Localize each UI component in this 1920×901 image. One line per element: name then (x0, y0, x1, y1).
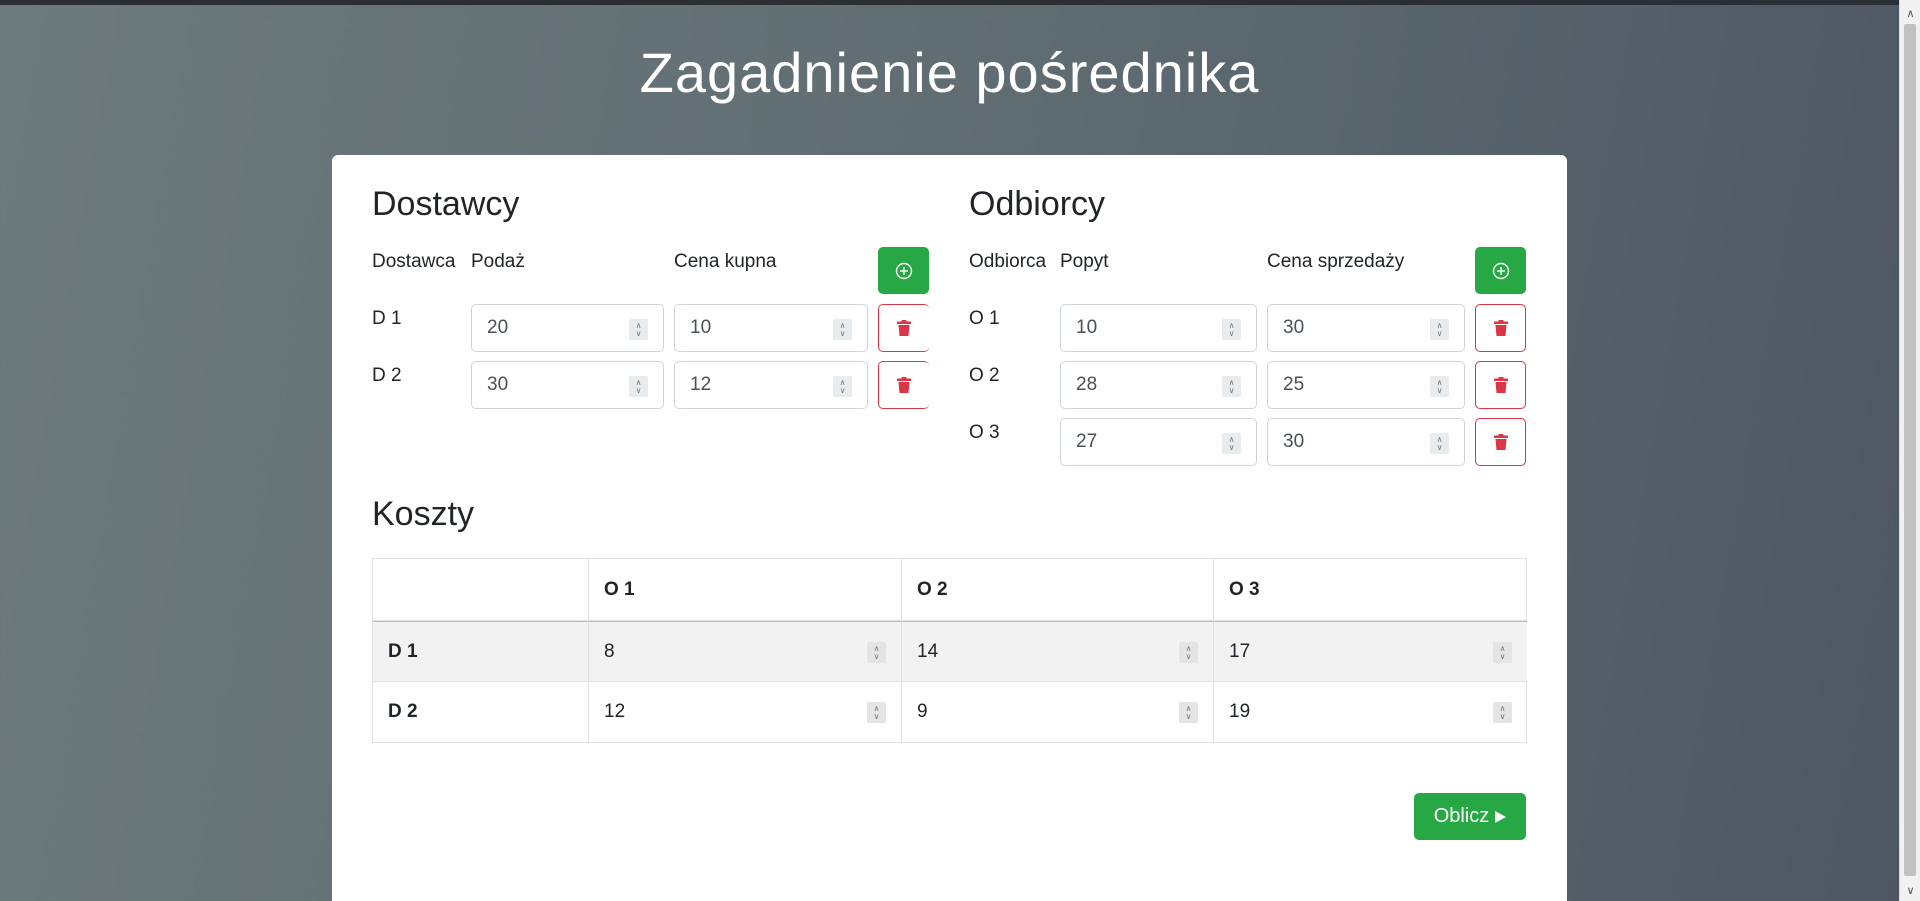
receivers-col-price: Cena sprzedaży (1267, 251, 1405, 272)
page-title: Zagadnienie pośrednika (639, 41, 1260, 104)
trash-icon (1493, 377, 1508, 393)
number-spinner[interactable]: ∧ ∨ (1179, 642, 1198, 663)
receivers-col-demand: Popyt (1060, 251, 1109, 272)
number-spinner[interactable]: ∧ ∨ (629, 376, 648, 397)
play-icon (1495, 810, 1507, 823)
input-value: 30 (1283, 317, 1305, 338)
receiver-demand-input[interactable]: 10 ∧ ∨ (1060, 304, 1257, 352)
number-spinner[interactable]: ∧ ∨ (1222, 376, 1241, 397)
cost-value: 12 (604, 701, 626, 722)
number-spinner[interactable]: ∧ ∨ (1430, 319, 1449, 340)
cost-value: 8 (604, 640, 615, 662)
number-spinner[interactable]: ∧ ∨ (1179, 702, 1198, 723)
number-spinner[interactable]: ∧ ∨ (833, 376, 852, 397)
cost-input[interactable]: 9 ∧ ∨ (902, 682, 1214, 742)
receiver-row-label: O 3 (969, 422, 1000, 443)
supplier-row-label: D 2 (372, 365, 402, 386)
number-spinner[interactable]: ∧ ∨ (1493, 702, 1512, 723)
delete-receiver-button[interactable] (1475, 304, 1526, 352)
cost-value: 19 (1229, 701, 1251, 722)
input-value: 30 (1283, 431, 1305, 452)
suppliers-col-supply: Podaż (471, 251, 525, 272)
vertical-scrollbar[interactable]: ∧ ∨ (1899, 0, 1920, 901)
trash-icon (897, 377, 911, 393)
add-receiver-button[interactable] (1475, 247, 1526, 294)
number-spinner[interactable]: ∧ ∨ (629, 319, 648, 340)
number-spinner[interactable]: ∧ ∨ (867, 702, 886, 723)
cost-input[interactable]: 12 ∧ ∨ (589, 682, 902, 742)
receiver-demand-input[interactable]: 27 ∧ ∨ (1060, 418, 1257, 466)
trash-icon (897, 320, 911, 336)
scroll-thumb[interactable] (1904, 24, 1916, 876)
input-value: 10 (1076, 317, 1098, 338)
scroll-down-arrow[interactable]: ∨ (1900, 881, 1920, 899)
table-row-header: D 1 (373, 621, 589, 682)
number-spinner[interactable]: ∧ ∨ (833, 319, 852, 340)
cost-input[interactable]: 8 ∧ ∨ (589, 621, 902, 682)
input-value: 27 (1076, 431, 1098, 452)
supplier-supply-input[interactable]: 20 ∧ ∨ (471, 304, 664, 352)
supplier-supply-input[interactable]: 30 ∧ ∨ (471, 361, 664, 409)
receiver-row-label: O 1 (969, 308, 1000, 329)
input-value: 28 (1076, 374, 1098, 395)
input-value: 10 (690, 317, 712, 338)
table-header-cell: O 2 (902, 559, 1214, 621)
number-spinner[interactable]: ∧ ∨ (1222, 433, 1241, 454)
trash-icon (1493, 320, 1508, 336)
number-spinner[interactable]: ∧ ∨ (1430, 433, 1449, 454)
input-value: 12 (690, 374, 712, 395)
trash-icon (1493, 434, 1508, 450)
delete-receiver-button[interactable] (1475, 361, 1526, 409)
window-top-bar (0, 0, 1920, 5)
table-header-cell: O 1 (589, 559, 902, 621)
receiver-price-input[interactable]: 25 ∧ ∨ (1267, 361, 1465, 409)
input-value: 20 (487, 317, 509, 338)
delete-supplier-button[interactable] (878, 361, 929, 409)
costs-title: Koszty (372, 495, 475, 533)
plus-circle-icon (895, 262, 912, 279)
receiver-row-label: O 2 (969, 365, 1000, 386)
receiver-price-input[interactable]: 30 ∧ ∨ (1267, 418, 1465, 466)
suppliers-col-price: Cena kupna (674, 251, 777, 272)
supplier-price-input[interactable]: 12 ∧ ∨ (674, 361, 868, 409)
delete-receiver-button[interactable] (1475, 418, 1526, 466)
main-card: Dostawcy Dostawca Podaż Cena kupna D 1 2… (332, 155, 1567, 901)
supplier-row-label: D 1 (372, 308, 402, 329)
cost-value: 14 (917, 640, 939, 662)
plus-circle-icon (1492, 262, 1509, 279)
add-supplier-button[interactable] (878, 247, 929, 294)
cost-input[interactable]: 14 ∧ ∨ (902, 621, 1214, 682)
receiver-demand-input[interactable]: 28 ∧ ∨ (1060, 361, 1257, 409)
cost-input[interactable]: 17 ∧ ∨ (1214, 621, 1527, 682)
suppliers-col-supplier: Dostawca (372, 251, 456, 272)
receiver-price-input[interactable]: 30 ∧ ∨ (1267, 304, 1465, 352)
scroll-up-arrow[interactable]: ∧ (1900, 4, 1920, 22)
number-spinner[interactable]: ∧ ∨ (1430, 376, 1449, 397)
supplier-price-input[interactable]: 10 ∧ ∨ (674, 304, 868, 352)
input-value: 30 (487, 374, 509, 395)
calculate-label: Oblicz (1433, 805, 1490, 827)
table-corner-cell (373, 559, 589, 621)
cost-value: 9 (917, 701, 928, 722)
cost-value: 17 (1229, 640, 1251, 662)
input-value: 25 (1283, 374, 1305, 395)
suppliers-title: Dostawcy (372, 185, 520, 223)
cost-input[interactable]: 19 ∧ ∨ (1214, 682, 1527, 742)
table-header-cell: O 3 (1214, 559, 1527, 621)
number-spinner[interactable]: ∧ ∨ (1222, 319, 1241, 340)
number-spinner[interactable]: ∧ ∨ (867, 642, 886, 663)
delete-supplier-button[interactable] (878, 304, 929, 352)
costs-table: O 1 O 2 O 3 D 1 8 ∧ ∨ 14 ∧ ∨ 17 ∧ ∨ D 2 12 … (372, 558, 1527, 743)
table-row-header: D 2 (373, 682, 589, 742)
receivers-title: Odbiorcy (969, 185, 1106, 223)
calculate-button[interactable]: Oblicz (1414, 793, 1526, 840)
receivers-col-receiver: Odbiorca (969, 251, 1047, 272)
number-spinner[interactable]: ∧ ∨ (1493, 642, 1512, 663)
